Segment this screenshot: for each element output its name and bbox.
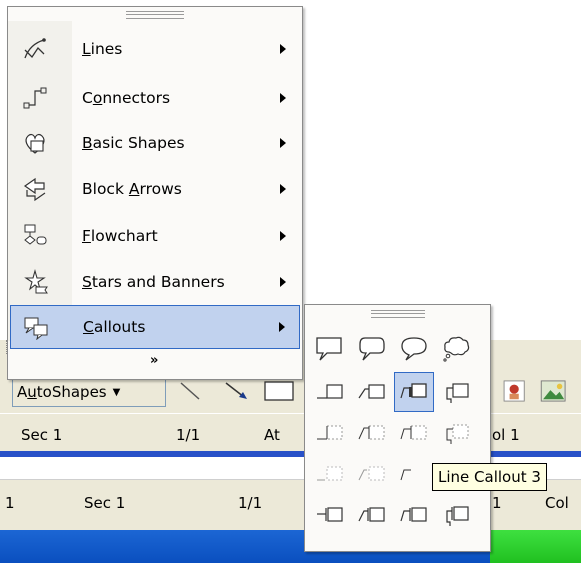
- expand-menu-icon[interactable]: »: [150, 353, 158, 368]
- section-indicator: Sec 1: [21, 426, 63, 444]
- menu-item-label: Block Arrows: [82, 180, 182, 198]
- submenu-drag-handle[interactable]: [371, 310, 425, 318]
- stars-banners-icon: [20, 267, 50, 297]
- line-callout-3-icon[interactable]: [394, 372, 434, 412]
- callouts-submenu: [304, 304, 491, 552]
- flowchart-icon: [20, 221, 50, 251]
- line-callout-1-icon[interactable]: [310, 372, 350, 412]
- menu-item-label: Lines: [82, 40, 123, 58]
- rectangular-callout-icon[interactable]: [310, 329, 350, 369]
- menu-item-lines[interactable]: Lines: [10, 27, 300, 71]
- submenu-arrow-icon: [280, 138, 286, 148]
- tooltip: Line Callout 3: [432, 463, 547, 491]
- submenu-arrow-icon: [280, 184, 286, 194]
- accent-callout-2-icon[interactable]: [352, 454, 392, 494]
- menu-item-basic-shapes[interactable]: Basic Shapes: [10, 121, 300, 165]
- menu-item-callouts[interactable]: Callouts: [10, 305, 300, 349]
- line-callout-3-no-border-icon[interactable]: [394, 413, 434, 453]
- page-indicator: 1/1: [238, 494, 263, 512]
- taskbar-tray: [490, 530, 581, 563]
- menu-drag-handle[interactable]: [126, 11, 184, 19]
- menu-item-label: Flowchart: [82, 227, 158, 245]
- line-indicator: 1: [492, 494, 502, 512]
- callouts-icon: [21, 312, 51, 342]
- line-tool-icon[interactable]: [175, 380, 205, 402]
- submenu-arrow-icon: [280, 93, 286, 103]
- menu-item-label: Callouts: [83, 318, 146, 336]
- column-indicator: Col: [545, 494, 569, 512]
- cloud-callout-icon[interactable]: [436, 329, 476, 369]
- insert-picture-icon[interactable]: [538, 380, 572, 402]
- line-callout-4-icon[interactable]: [436, 372, 476, 412]
- accent-border-callout-3-icon[interactable]: [394, 495, 434, 535]
- menu-item-label: Connectors: [82, 89, 171, 107]
- accent-callout-1-icon[interactable]: [310, 454, 350, 494]
- basic-shapes-icon: [20, 128, 50, 158]
- page-indicator: 1/1: [176, 426, 201, 444]
- section-indicator: Sec 1: [84, 494, 126, 512]
- accent-border-callout-2-icon[interactable]: [352, 495, 392, 535]
- accent-border-callout-1-icon[interactable]: [310, 495, 350, 535]
- line-callout-2-icon[interactable]: [352, 372, 392, 412]
- status-bar-top: Sec 1 1/1 At ol 1: [0, 413, 581, 452]
- autoshapes-button[interactable]: AutoShapes ▼: [12, 377, 166, 407]
- menu-item-flowchart[interactable]: Flowchart: [10, 214, 300, 258]
- menu-item-block-arrows[interactable]: Block Arrows: [10, 167, 300, 211]
- column-indicator: ol 1: [492, 426, 520, 444]
- connectors-icon: [20, 83, 50, 113]
- autoshapes-label: AutoShapes: [17, 383, 107, 401]
- accent-border-callout-4-icon[interactable]: [436, 495, 476, 535]
- status-first: 1: [5, 494, 15, 512]
- line-callout-2-no-border-icon[interactable]: [352, 413, 392, 453]
- arrow-tool-icon[interactable]: [220, 380, 254, 402]
- submenu-arrow-icon: [280, 277, 286, 287]
- oval-callout-icon[interactable]: [394, 329, 434, 369]
- accent-callout-3-icon[interactable]: [394, 454, 434, 494]
- submenu-arrow-icon: [280, 44, 286, 54]
- rounded-rectangular-callout-icon[interactable]: [352, 329, 392, 369]
- clip-art-icon[interactable]: [501, 380, 531, 402]
- menu-item-stars-and-banners[interactable]: Stars and Banners: [10, 260, 300, 304]
- line-callout-1-no-border-icon[interactable]: [310, 413, 350, 453]
- autoshapes-menu: Lines Connectors Basic Shapes Block Arro…: [7, 6, 303, 380]
- menu-item-label: Basic Shapes: [82, 134, 185, 152]
- dropdown-arrow-icon: ▼: [112, 386, 121, 398]
- rectangle-tool-icon[interactable]: [263, 380, 297, 402]
- submenu-arrow-icon: [279, 322, 285, 332]
- menu-item-connectors[interactable]: Connectors: [10, 76, 300, 120]
- at-indicator: At: [264, 426, 280, 444]
- line-callout-4-no-border-icon[interactable]: [436, 413, 476, 453]
- lines-icon: [20, 34, 50, 64]
- menu-item-label: Stars and Banners: [82, 273, 225, 291]
- block-arrows-icon: [20, 174, 50, 204]
- submenu-arrow-icon: [280, 231, 286, 241]
